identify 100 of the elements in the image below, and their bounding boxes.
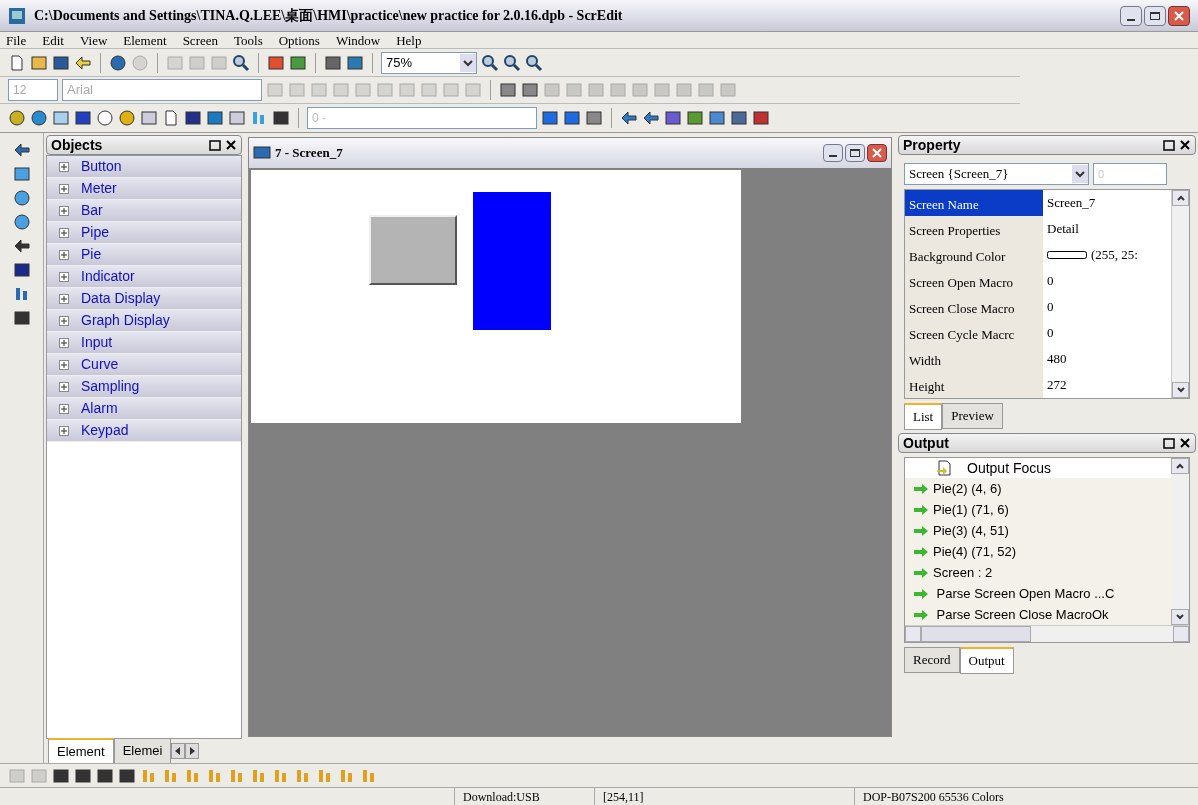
minimize-button[interactable] bbox=[1120, 5, 1142, 26]
tree-item[interactable]: Keypad bbox=[47, 420, 241, 442]
tree-item[interactable]: Button bbox=[47, 156, 241, 178]
expand-icon[interactable] bbox=[59, 315, 69, 326]
menu-item[interactable]: Window bbox=[333, 33, 383, 47]
tree-label: Graph Display bbox=[81, 311, 170, 330]
zoom-combo[interactable]: 75% bbox=[381, 51, 477, 74]
expand-icon[interactable] bbox=[59, 403, 69, 414]
find-icon[interactable] bbox=[232, 53, 250, 72]
vertical-scrollbar[interactable] bbox=[1171, 458, 1189, 625]
menu-item[interactable]: Help bbox=[394, 33, 424, 47]
output-focus-header[interactable]: Output Focus bbox=[905, 458, 1171, 478]
scroll-up-icon[interactable] bbox=[1171, 458, 1189, 474]
close-icon[interactable] bbox=[225, 139, 237, 151]
property-value[interactable]: 272 bbox=[1043, 372, 1171, 398]
panel-tab[interactable]: Preview bbox=[942, 403, 1003, 429]
tree-item[interactable]: Data Display bbox=[47, 288, 241, 310]
new-file-icon[interactable] bbox=[8, 53, 26, 72]
maximize-icon[interactable] bbox=[1163, 437, 1175, 449]
expand-icon[interactable] bbox=[59, 183, 69, 194]
tree-item[interactable]: Sampling bbox=[47, 376, 241, 398]
tree-label: Indicator bbox=[81, 267, 135, 286]
panel-tab[interactable]: Output bbox=[959, 647, 1014, 674]
tree-item[interactable]: Pipe bbox=[47, 222, 241, 244]
expand-icon[interactable] bbox=[59, 425, 69, 436]
expand-icon[interactable] bbox=[59, 161, 69, 172]
value-text: (255, 25: bbox=[1091, 246, 1138, 265]
expand-icon[interactable] bbox=[59, 227, 69, 238]
object-selector[interactable]: Screen {Screen_7} bbox=[904, 163, 1089, 185]
output-line: Pie(1) (71, 6) bbox=[933, 500, 1009, 519]
close-button[interactable] bbox=[867, 144, 887, 162]
panel-title: Output bbox=[903, 433, 949, 453]
property-name[interactable]: Screen Name bbox=[905, 190, 1043, 216]
panel-tab[interactable]: Record bbox=[904, 647, 960, 673]
property-value[interactable]: 0 bbox=[1043, 320, 1171, 346]
property-value[interactable]: 0 bbox=[1043, 268, 1171, 294]
panel-tab[interactable]: List bbox=[904, 403, 943, 430]
close-icon[interactable] bbox=[1179, 139, 1191, 151]
expand-icon[interactable] bbox=[59, 337, 69, 348]
tree-item[interactable]: Input bbox=[47, 332, 241, 354]
maximize-icon[interactable] bbox=[1163, 139, 1175, 151]
property-name[interactable]: Width bbox=[905, 346, 1043, 372]
menu-item[interactable]: Options bbox=[276, 33, 322, 47]
property-name[interactable]: Screen Properties bbox=[905, 216, 1043, 242]
menu-item[interactable]: Element bbox=[121, 33, 169, 47]
tree-item[interactable]: Meter bbox=[47, 178, 241, 200]
zoom-in-icon[interactable] bbox=[481, 53, 499, 72]
panel-tab[interactable]: Elemei bbox=[113, 738, 172, 764]
tree-item[interactable]: Alarm bbox=[47, 398, 241, 420]
expand-icon[interactable] bbox=[59, 271, 69, 282]
expand-icon[interactable] bbox=[59, 293, 69, 304]
tree-item[interactable]: Indicator bbox=[47, 266, 241, 288]
menu-item[interactable]: File bbox=[4, 33, 29, 47]
tree-item[interactable]: Pie bbox=[47, 244, 241, 266]
property-value[interactable]: Screen_7 bbox=[1043, 190, 1171, 216]
download-icon[interactable] bbox=[642, 109, 660, 127]
menu-item[interactable]: Tools bbox=[232, 33, 265, 47]
tree-item[interactable]: Graph Display bbox=[47, 310, 241, 332]
scroll-down-icon[interactable] bbox=[1172, 382, 1189, 398]
scroll-right-button[interactable] bbox=[185, 743, 200, 759]
property-value[interactable]: 480 bbox=[1043, 346, 1171, 372]
expand-icon[interactable] bbox=[59, 205, 69, 216]
tree-label: Pipe bbox=[81, 223, 110, 242]
property-value[interactable]: 0 bbox=[1043, 294, 1171, 320]
dropdown-icon bbox=[1072, 165, 1088, 183]
tree-label: Input bbox=[81, 333, 113, 352]
scroll-left-button[interactable] bbox=[171, 743, 186, 759]
horizontal-scrollbar[interactable] bbox=[905, 625, 1189, 642]
tree-item[interactable]: Curve bbox=[47, 354, 241, 376]
menu-item[interactable]: View bbox=[77, 33, 110, 47]
scroll-down-icon[interactable] bbox=[1171, 609, 1189, 625]
rectangle-icon[interactable] bbox=[12, 165, 31, 183]
vertical-scrollbar[interactable] bbox=[1171, 190, 1189, 398]
arrow-icon bbox=[913, 482, 929, 495]
menu-item[interactable]: Edit bbox=[40, 33, 66, 47]
upload-icon[interactable] bbox=[620, 109, 638, 127]
scroll-thumb[interactable] bbox=[921, 626, 1031, 642]
tree-item[interactable]: Bar bbox=[47, 200, 241, 222]
property-value[interactable]: Detail bbox=[1043, 216, 1171, 242]
close-icon[interactable] bbox=[1179, 437, 1191, 449]
property-value[interactable]: (255, 25: bbox=[1043, 242, 1171, 268]
expand-icon[interactable] bbox=[59, 249, 69, 260]
zoom-out-icon[interactable] bbox=[503, 53, 521, 72]
maximize-icon[interactable] bbox=[209, 139, 221, 151]
expand-icon[interactable] bbox=[59, 359, 69, 370]
circle-icon[interactable] bbox=[12, 189, 31, 207]
property-name[interactable]: Screen Open Macro bbox=[905, 268, 1043, 294]
property-name[interactable]: Height bbox=[905, 372, 1043, 398]
maximize-button[interactable] bbox=[1144, 5, 1166, 26]
minimize-button[interactable] bbox=[823, 144, 843, 162]
zoom-fit-icon[interactable] bbox=[525, 53, 543, 72]
property-name[interactable]: Screen Cycle Macrc bbox=[905, 320, 1043, 346]
expand-icon[interactable] bbox=[59, 381, 69, 392]
property-name[interactable]: Screen Close Macro bbox=[905, 294, 1043, 320]
output-line: Pie(3) (4, 51) bbox=[933, 521, 1009, 540]
property-name[interactable]: Background Color bbox=[905, 242, 1043, 268]
maximize-button[interactable] bbox=[845, 144, 865, 162]
close-button[interactable] bbox=[1168, 5, 1190, 26]
menu-item[interactable]: Screen bbox=[180, 33, 220, 47]
scroll-up-icon[interactable] bbox=[1172, 190, 1189, 206]
